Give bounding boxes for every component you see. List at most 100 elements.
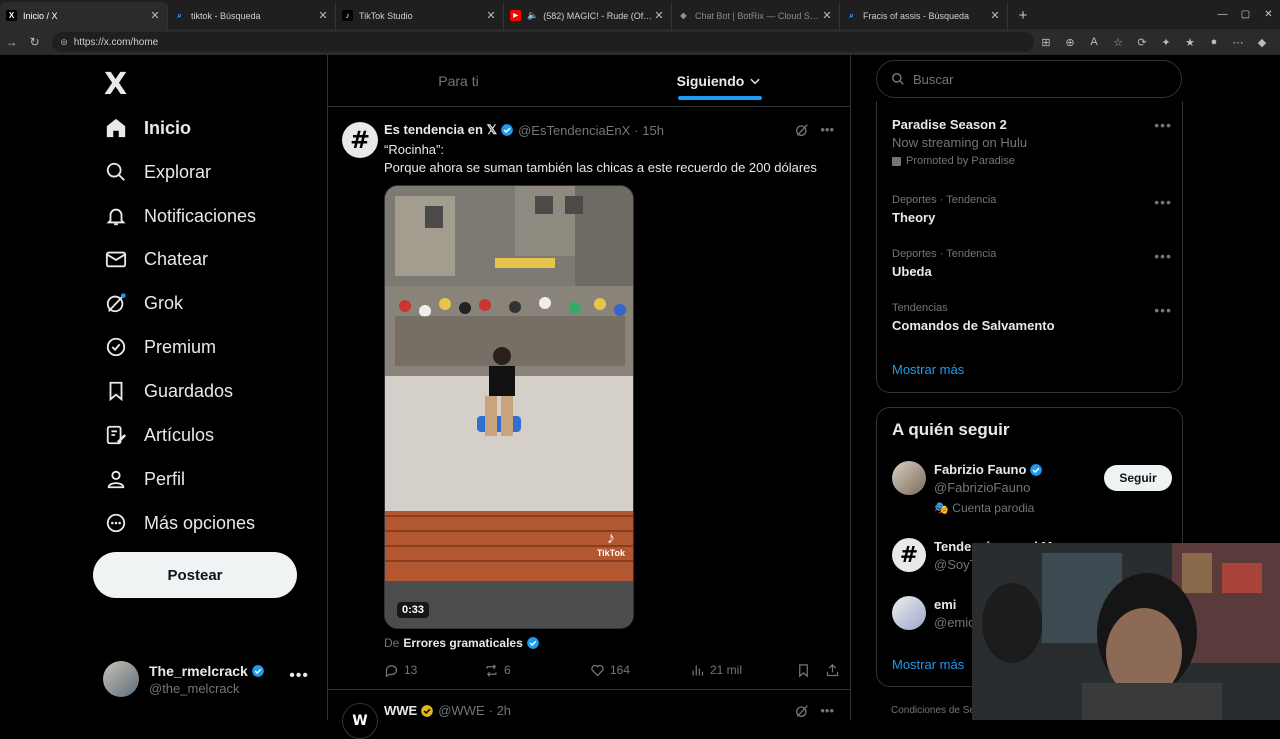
account-switcher[interactable]: The_rmelcrack @the_melcrack ••• [103,659,313,699]
trend-item[interactable]: Deportes · Tendencia Theory ••• [892,194,1172,225]
favorite-star-icon[interactable]: ☆ [1106,36,1130,49]
more-dots-icon[interactable]: ••• [820,122,834,138]
speaker-icon[interactable]: 🔈 [527,10,538,21]
browser-tab-tiktok-studio[interactable]: ♪ TikTok Studio ✕ [336,2,504,29]
more-dots-icon[interactable]: ••• [289,667,309,685]
menu-icon[interactable]: ⋯ [1226,36,1250,49]
nav-chat[interactable]: Chatear [104,239,208,279]
browser-tab-x-home[interactable]: X Inicio / X ✕ [0,2,168,29]
from-account[interactable]: Errores gramaticales [403,636,522,650]
like-button[interactable]: 164 [590,663,690,678]
favorites-icon[interactable]: ★ [1178,36,1202,49]
nav-grok[interactable]: Grok [104,283,183,323]
profile-icon[interactable]: ● [1202,36,1226,49]
tweet-author-name[interactable]: WWE [384,703,417,718]
maximize-icon[interactable]: ▢ [1234,0,1257,29]
trend-title: Comandos de Salvamento [892,318,1055,333]
nav-premium[interactable]: Premium [104,327,216,367]
premium-icon [104,335,128,359]
x-logo[interactable]: X [104,67,127,102]
promoted-label: Promoted by Paradise [892,155,1172,167]
repost-count: 6 [504,663,511,677]
more-dots-icon[interactable]: ••• [1154,248,1172,264]
nav-articles[interactable]: Artículos [104,415,214,455]
nav-notifications[interactable]: Notificaciones [104,196,256,236]
nav-home[interactable]: Inicio [104,108,191,148]
close-tab-icon[interactable]: ✕ [317,9,329,22]
browser-tab-tiktok-search[interactable]: ⌕ tiktok - Búsqueda ✕ [168,2,336,29]
nav-more[interactable]: Más opciones [104,503,255,543]
read-aloud-icon[interactable]: A [1082,36,1106,49]
avatar [892,461,926,495]
repost-icon [486,663,497,677]
webcam-image [972,543,1280,720]
trend-item[interactable]: Deportes · Tendencia Ubeda ••• [892,248,1172,279]
more-dots-icon[interactable]: ••• [820,703,834,719]
tweet-top-actions: ••• [794,703,834,719]
from-prefix: De [384,636,400,650]
copilot-icon[interactable]: ◆ [1250,36,1274,49]
avatar-wwe[interactable]: W [342,703,378,739]
refresh-extension-icon[interactable]: ⟳ [1130,36,1154,49]
follow-button[interactable]: Seguir [1104,465,1172,491]
new-tab-button[interactable]: + [1008,2,1038,29]
heart-icon [591,664,604,676]
url-field[interactable]: ⊜ https://x.com/home [52,32,1034,52]
tweet-header: WWE @WWE · 2h [384,703,511,718]
tab-title: tiktok - Búsqueda [191,10,261,21]
grok-explain-icon[interactable] [794,122,810,138]
show-more-link[interactable]: Mostrar más [892,657,964,672]
trend-context: Tendencias [892,302,948,314]
footer-links[interactable]: Condiciones de Se [891,705,975,716]
reload-icon[interactable]: ↻ [23,35,46,49]
repost-button[interactable]: 6 [484,663,590,678]
share-icon[interactable] [825,663,840,678]
search-box[interactable]: Buscar [876,60,1182,98]
views-button[interactable]: 21 mil [690,663,790,678]
tweet[interactable]: # Es tendencia en 𝕏 @EsTendenciaEnX · 15… [328,110,850,690]
close-tab-icon[interactable]: ✕ [989,9,1001,22]
browser-tab-botrix[interactable]: ◈ Chat Bot | BotRix — Cloud Stream ✕ [672,2,840,29]
post-button[interactable]: Postear [93,552,297,598]
more-dots-icon[interactable]: ••• [1154,117,1172,133]
apps-icon[interactable]: ⊞ [1034,36,1058,49]
close-tab-icon[interactable]: ✕ [149,9,161,22]
follow-suggestion[interactable]: Fabrizio Fauno @FabrizioFauno 🎭 Cuenta p… [892,461,1172,515]
trend-item[interactable]: Paradise Season 2 Now streaming on Hulu … [892,117,1172,167]
site-info-icon[interactable]: ⊜ [60,37,68,48]
nav-bookmarks[interactable]: Guardados [104,371,233,411]
browser-tab-youtube[interactable]: ▶ 🔈 (582) MAGIC! - Rude (Official ✕ [504,2,672,29]
tab-title: (582) MAGIC! - Rude (Official [543,10,653,21]
close-window-icon[interactable]: ✕ [1257,0,1280,29]
tab-para-ti[interactable]: Para ti [328,55,589,106]
zoom-icon[interactable]: ⊕ [1058,36,1082,49]
more-dots-icon[interactable]: ••• [1154,302,1172,318]
nav-explore[interactable]: Explorar [104,152,211,192]
grok-explain-icon[interactable] [794,703,810,719]
chevron-down-icon [750,78,760,84]
tweet-author-handle[interactable]: @EsTendenciaEnX [518,123,630,138]
show-more-link[interactable]: Mostrar más [892,362,964,377]
tweet-time[interactable]: · 2h [489,703,511,718]
reply-button[interactable]: 13 [384,663,484,678]
avatar-hashtag[interactable]: # [342,122,378,158]
grok-icon [104,291,128,315]
trend-item[interactable]: Tendencias Comandos de Salvamento ••• [892,302,1172,333]
tweet-time[interactable]: · 15h [634,123,664,138]
bookmark-icon[interactable] [796,663,811,678]
trend-title: Ubeda [892,264,932,279]
extensions-icon[interactable]: ✦ [1154,36,1178,49]
tweet-author-name[interactable]: Es tendencia en 𝕏 [384,122,497,138]
tweet-author-handle[interactable]: @WWE [438,703,484,718]
close-tab-icon[interactable]: ✕ [653,9,665,22]
close-tab-icon[interactable]: ✕ [485,9,497,22]
tweet-video[interactable]: ♪ TikTok 0:33 [384,185,634,629]
browser-tab-fracis-search[interactable]: ⌕ Fracis of assis - Búsqueda ✕ [840,2,1008,29]
tab-siguiendo[interactable]: Siguiendo [589,55,850,106]
more-dots-icon[interactable]: ••• [1154,194,1172,210]
close-tab-icon[interactable]: ✕ [821,9,833,22]
forward-icon[interactable]: → [0,35,23,49]
tweet[interactable]: W WWE @WWE · 2h ••• [328,695,850,739]
minimize-icon[interactable]: — [1211,0,1234,29]
nav-profile[interactable]: Perfil [104,459,185,499]
